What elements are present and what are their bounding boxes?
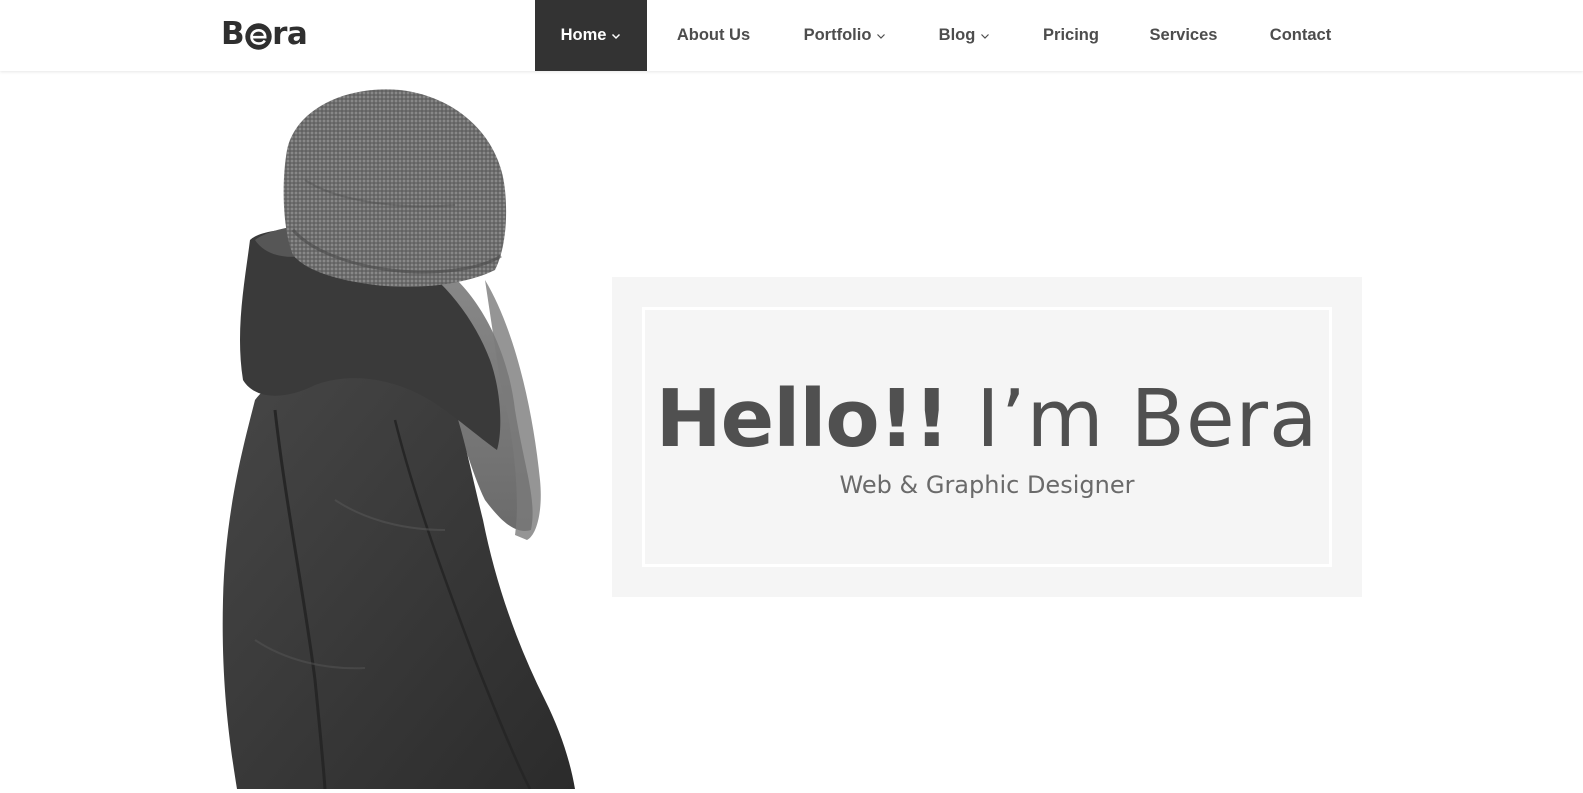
chevron-down-icon <box>876 31 886 41</box>
logo-e-mark-icon <box>245 22 272 50</box>
nav-item-label: About Us <box>676 26 751 44</box>
hero-intro-inner-frame: Hello!! I’m Bera Web & Graphic Designer <box>642 307 1332 567</box>
site-header: B ra Home About Us Portfolio Blog Pricin… <box>0 0 1583 71</box>
nav-item-portfolio[interactable]: Portfolio <box>780 0 910 71</box>
nav-item-pricing[interactable]: Pricing <box>1019 0 1123 71</box>
chevron-down-icon <box>611 31 621 41</box>
nav-item-label: Pricing <box>1043 26 1099 44</box>
logo-letters-ra: ra <box>272 16 308 52</box>
nav-item-label: Contact <box>1269 26 1332 44</box>
site-logo[interactable]: B ra <box>221 14 308 54</box>
logo-letter-b: B <box>221 16 245 52</box>
nav-item-services[interactable]: Services <box>1123 0 1244 71</box>
hero-intro-box: Hello!! I’m Bera Web & Graphic Designer <box>612 277 1362 597</box>
nav-item-home[interactable]: Home <box>535 0 647 71</box>
nav-item-blog[interactable]: Blog <box>910 0 1019 71</box>
nav-item-label: Portfolio <box>803 26 872 44</box>
chevron-down-icon <box>980 31 990 41</box>
nav-item-about-us[interactable]: About Us <box>647 0 780 71</box>
nav-item-label: Services <box>1149 26 1218 44</box>
hero-title: Hello!! I’m Bera <box>645 376 1329 462</box>
hero-person-image <box>215 80 605 790</box>
hero-name-line: I’m Bera <box>976 373 1319 465</box>
hero-greeting: Hello!! <box>655 373 950 465</box>
nav-item-label: Home <box>560 26 607 44</box>
nav-item-label: Blog <box>938 26 976 44</box>
nav-item-contact[interactable]: Contact <box>1244 0 1357 71</box>
hero-subtitle: Web & Graphic Designer <box>839 471 1135 499</box>
main-nav: Home About Us Portfolio Blog Pricing Ser… <box>535 0 1357 71</box>
